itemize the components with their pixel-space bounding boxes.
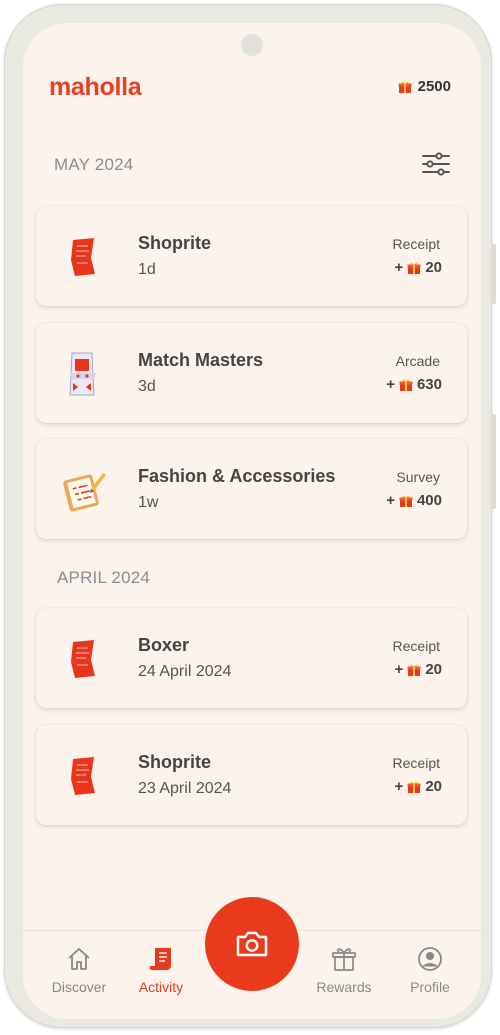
card-type: Receipt	[392, 638, 440, 654]
phone-frame: maholla 2500 MAY 2024 Shoprite 1d Receip…	[4, 4, 496, 1028]
receipt-icon	[71, 238, 95, 276]
card-time: 3d	[138, 378, 156, 395]
card-type: Receipt	[392, 755, 440, 771]
points-prefix: +	[394, 661, 404, 678]
card-time: 23 April 2024	[138, 780, 232, 797]
card-points: + 630	[386, 376, 442, 393]
card-type: Survey	[396, 469, 440, 485]
month-header-may: MAY 2024	[54, 155, 134, 174]
app-screen: maholla 2500 MAY 2024 Shoprite 1d Receip…	[23, 23, 481, 1019]
card-time: 1w	[138, 494, 159, 511]
card-points: + 400	[386, 492, 442, 509]
nav-label-profile: Profile	[410, 979, 450, 995]
card-type: Receipt	[392, 236, 440, 252]
card-title: Boxer	[138, 635, 190, 655]
receipt-icon	[71, 640, 95, 678]
filter-button[interactable]	[420, 151, 452, 177]
activity-card[interactable]: Fashion & Accessories 1w Survey + 400	[36, 439, 467, 539]
gift-icon	[407, 780, 421, 794]
activity-card[interactable]: Match Masters 3d Arcade + 630	[36, 323, 467, 423]
card-title: Fashion & Accessories	[138, 466, 336, 486]
points-value: 630	[416, 376, 442, 393]
nav-label-activity: Activity	[138, 979, 184, 995]
receipt-scroll-icon	[149, 948, 171, 970]
gift-outline-icon	[332, 948, 356, 971]
nav-item-discover[interactable]: Discover	[39, 945, 119, 995]
filter-sliders-icon	[422, 152, 450, 176]
receipt-icon	[71, 757, 95, 795]
arcade-machine-icon	[69, 352, 96, 396]
scan-camera-button[interactable]	[205, 897, 299, 991]
gift-icon	[398, 80, 412, 94]
points-value: 20	[425, 661, 442, 678]
volume-button	[491, 414, 496, 509]
points-value: 20	[425, 259, 442, 276]
survey-clipboard-icon	[63, 473, 106, 512]
points-balance[interactable]: 2500	[398, 78, 451, 95]
nav-item-activity[interactable]: Activity	[121, 945, 201, 995]
nav-item-profile[interactable]: Profile	[390, 945, 470, 995]
month-header-april: APRIL 2024	[57, 568, 151, 587]
points-prefix: +	[394, 259, 404, 276]
points-balance-value: 2500	[417, 78, 451, 95]
power-button	[491, 244, 496, 304]
nav-item-rewards[interactable]: Rewards	[304, 945, 384, 995]
card-points: + 20	[395, 778, 442, 795]
profile-icon	[418, 947, 442, 971]
points-value: 20	[425, 778, 442, 795]
camera-icon	[236, 931, 268, 957]
card-points: + 20	[395, 259, 442, 276]
activity-card[interactable]: Shoprite 23 April 2024 Receipt + 20	[36, 725, 467, 825]
front-camera	[241, 34, 263, 56]
activity-card[interactable]: Shoprite 1d Receipt + 20	[36, 206, 467, 306]
points-prefix: +	[386, 492, 395, 509]
card-title: Shoprite	[138, 233, 212, 253]
card-time: 1d	[138, 261, 156, 278]
gift-icon	[399, 378, 413, 392]
card-title: Match Masters	[138, 350, 264, 370]
nav-label-rewards: Rewards	[316, 979, 372, 995]
gift-icon	[407, 261, 421, 275]
card-title: Shoprite	[138, 752, 212, 772]
points-value: 400	[416, 492, 442, 509]
gift-icon	[399, 494, 413, 508]
home-icon	[68, 948, 90, 970]
card-points: + 20	[395, 661, 442, 678]
nav-label-discover: Discover	[51, 979, 107, 995]
app-logo: maholla	[49, 73, 142, 101]
activity-card[interactable]: Boxer 24 April 2024 Receipt + 20	[36, 608, 467, 708]
points-prefix: +	[386, 376, 395, 393]
card-time: 24 April 2024	[138, 663, 232, 680]
gift-icon	[407, 663, 421, 677]
card-type: Arcade	[395, 353, 440, 369]
points-prefix: +	[394, 778, 404, 795]
